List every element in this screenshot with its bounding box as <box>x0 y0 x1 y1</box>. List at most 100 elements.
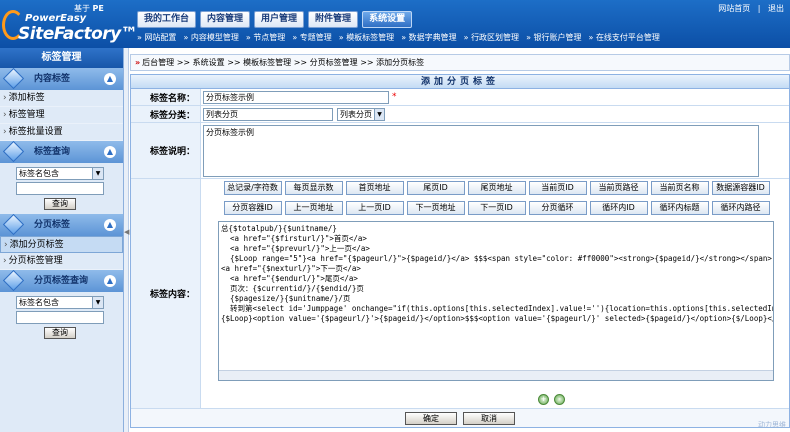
label-content-label: 标签内容： <box>131 179 201 408</box>
tab-attachment-management[interactable]: 附件管理 <box>308 11 359 28</box>
subnav-region[interactable]: » 行政区划管理 <box>464 32 519 43</box>
add-page-label-form: 添加分页标签 标签名称： 分页标签示例 * 标签分类： 列表分页 列表分页 ▼ 标… <box>130 74 790 428</box>
label-description-textarea[interactable]: 分页标签示例 <box>203 124 759 177</box>
insert-current-id-button[interactable]: 当前页ID <box>528 181 587 195</box>
collapse-chevron-icon[interactable]: ▲ <box>104 219 116 231</box>
insert-current-path-button[interactable]: 当前页路径 <box>589 181 648 195</box>
brand-site: SiteFactory™ <box>18 24 138 44</box>
label-content-editor[interactable]: 总{$totalpub/}{$unitname/} <a href="{$fir… <box>218 221 774 381</box>
label-query-form: 标签名包含 ▼ 查询 <box>0 163 123 214</box>
label-category-select[interactable]: 列表分页 ▼ <box>337 107 385 121</box>
sidebar-section-page-label-query[interactable]: 分页标签查询 ▲ <box>0 269 123 292</box>
subnav-special[interactable]: » 专题管理 <box>292 32 331 43</box>
section-title: 分页标签 <box>34 220 71 230</box>
section-title: 分页标签查询 <box>34 276 89 286</box>
sidebar-section-label-query[interactable]: 标签查询 ▲ <box>0 140 123 163</box>
site-home-link[interactable]: 网站首页 <box>718 4 750 13</box>
main-content: » 后台管理 >> 系统设置 >> 模板标签管理 >> 分页标签管理 >> 添加分… <box>130 54 790 432</box>
top-links-divider: | <box>757 4 761 13</box>
insert-first-url-button[interactable]: 首页地址 <box>345 181 404 195</box>
insert-page-loop-button[interactable]: 分页循环 <box>528 201 587 215</box>
dropdown-arrow-icon: ▼ <box>374 108 384 120</box>
tab-system-settings[interactable]: 系统设置 <box>362 11 413 28</box>
label-query-input[interactable] <box>16 182 104 195</box>
subnav-content-model[interactable]: » 内容模型管理 <box>183 32 238 43</box>
brand-power: PowerEasy <box>25 13 87 24</box>
insert-loop-title-button[interactable]: 循环内标题 <box>650 201 709 215</box>
insert-loop-path-button[interactable]: 循环内路径 <box>711 201 770 215</box>
label-content-code: 总{$totalpub/}{$unitname/} <a href="{$fir… <box>221 224 774 323</box>
page-label-query-select[interactable]: 标签名包含 ▼ <box>16 296 104 309</box>
insert-tag-buttons: 总记录/字符数 每页显示数 首页地址 尾页ID 尾页地址 当前页ID 当前页路径… <box>223 181 770 215</box>
insert-next-id-button[interactable]: 下一页ID <box>467 201 526 215</box>
editor-size-controls: + - <box>538 394 565 405</box>
insert-total-records-button[interactable]: 总记录/字符数 <box>223 181 282 195</box>
insert-page-size-button[interactable]: 每页显示数 <box>284 181 343 195</box>
insert-loop-id-button[interactable]: 循环内ID <box>589 201 648 215</box>
breadcrumb-marker-icon: » <box>135 58 141 67</box>
page-label-query-input[interactable] <box>16 311 104 324</box>
insert-next-url-button[interactable]: 下一页地址 <box>406 201 465 215</box>
shrink-editor-icon[interactable]: - <box>554 394 565 405</box>
subnav-template-label[interactable]: » 模板标签管理 <box>339 32 394 43</box>
section-diamond-icon <box>2 140 25 163</box>
subnav-dictionary[interactable]: » 数据字典管理 <box>401 32 456 43</box>
brand-logo: 基于 PE PowerEasy SiteFactory™ <box>0 0 138 48</box>
insert-page-container-id-button[interactable]: 分页容器ID <box>223 201 282 215</box>
label-category-input[interactable]: 列表分页 <box>203 107 333 121</box>
label-query-button[interactable]: 查询 <box>44 198 76 210</box>
sidebar-section-page-labels[interactable]: 分页标签 ▲ <box>0 213 123 236</box>
subnav-site-config[interactable]: » 网站配置 <box>137 32 176 43</box>
subnav-bank-account[interactable]: » 银行账户管理 <box>526 32 581 43</box>
page-label-query-button[interactable]: 查询 <box>44 327 76 339</box>
insert-prev-id-button[interactable]: 上一页ID <box>345 201 404 215</box>
sidebar-item-batch-settings[interactable]: 标签批量设置 <box>0 124 123 141</box>
expand-editor-icon[interactable]: + <box>538 394 549 405</box>
section-title: 标签查询 <box>34 147 71 157</box>
sidebar-item-page-label-management[interactable]: 分页标签管理 <box>0 253 123 270</box>
row-label-content: 标签内容： 总记录/字符数 每页显示数 首页地址 尾页ID 尾页地址 当前页ID… <box>131 179 789 409</box>
sidebar-section-content-labels[interactable]: 内容标签 ▲ <box>0 67 123 90</box>
tab-workbench[interactable]: 我的工作台 <box>137 11 197 28</box>
collapse-chevron-icon[interactable]: ▲ <box>104 73 116 85</box>
logout-link[interactable]: 退出 <box>768 4 784 13</box>
insert-prev-url-button[interactable]: 上一页地址 <box>284 201 343 215</box>
section-diamond-icon <box>2 213 25 236</box>
cancel-button[interactable]: 取消 <box>463 411 515 425</box>
insert-datasource-id-button[interactable]: 数据源容器ID <box>711 181 770 195</box>
sidebar-item-label-management[interactable]: 标签管理 <box>0 107 123 124</box>
ok-button[interactable]: 确定 <box>405 411 457 425</box>
row-label-category: 标签分类： 列表分页 列表分页 ▼ <box>131 106 789 123</box>
insert-end-url-button[interactable]: 尾页地址 <box>467 181 526 195</box>
collapse-chevron-icon[interactable]: ▲ <box>104 275 116 287</box>
label-name-input[interactable]: 分页标签示例 <box>203 90 389 104</box>
section-diamond-icon <box>2 269 25 292</box>
header-bar: 基于 PE PowerEasy SiteFactory™ 我的工作台 内容管理 … <box>0 0 790 48</box>
tab-user-management[interactable]: 用户管理 <box>254 11 305 28</box>
row-label-name: 标签名称： 分页标签示例 * <box>131 89 789 106</box>
insert-current-name-button[interactable]: 当前页名称 <box>650 181 709 195</box>
tab-content-management[interactable]: 内容管理 <box>200 11 251 28</box>
label-description-label: 标签说明： <box>131 123 201 178</box>
breadcrumb-text: 后台管理 >> 系统设置 >> 模板标签管理 >> 分页标签管理 >> 添加分页… <box>142 58 425 67</box>
required-mark: * <box>392 92 397 102</box>
subnav-node[interactable]: » 节点管理 <box>246 32 285 43</box>
collapse-chevron-icon[interactable]: ▲ <box>104 146 116 158</box>
sidebar-item-add-label[interactable]: 添加标签 <box>0 90 123 107</box>
insert-end-id-button[interactable]: 尾页ID <box>406 181 465 195</box>
label-category-label: 标签分类： <box>131 106 201 122</box>
dropdown-arrow-icon: ▼ <box>92 168 103 179</box>
dropdown-arrow-icon: ▼ <box>92 297 103 308</box>
row-label-description: 标签说明： 分页标签示例 <box>131 123 789 179</box>
section-title: 内容标签 <box>34 74 71 84</box>
sidebar-splitter[interactable]: ◀ <box>124 48 129 432</box>
top-links: 网站首页 | 退出 <box>713 3 784 14</box>
collapse-arrow-icon[interactable]: ◀ <box>124 228 129 236</box>
subnav-payment-platform[interactable]: » 在线支付平台管理 <box>589 32 660 43</box>
form-title: 添加分页标签 <box>131 75 789 89</box>
top-tabs: 我的工作台 内容管理 用户管理 附件管理 系统设置 <box>137 11 413 28</box>
sidebar-item-add-page-label[interactable]: 添加分页标签 <box>0 236 123 253</box>
section-diamond-icon <box>2 67 25 90</box>
label-query-select[interactable]: 标签名包含 ▼ <box>16 167 104 180</box>
horizontal-scrollbar[interactable] <box>219 370 773 380</box>
